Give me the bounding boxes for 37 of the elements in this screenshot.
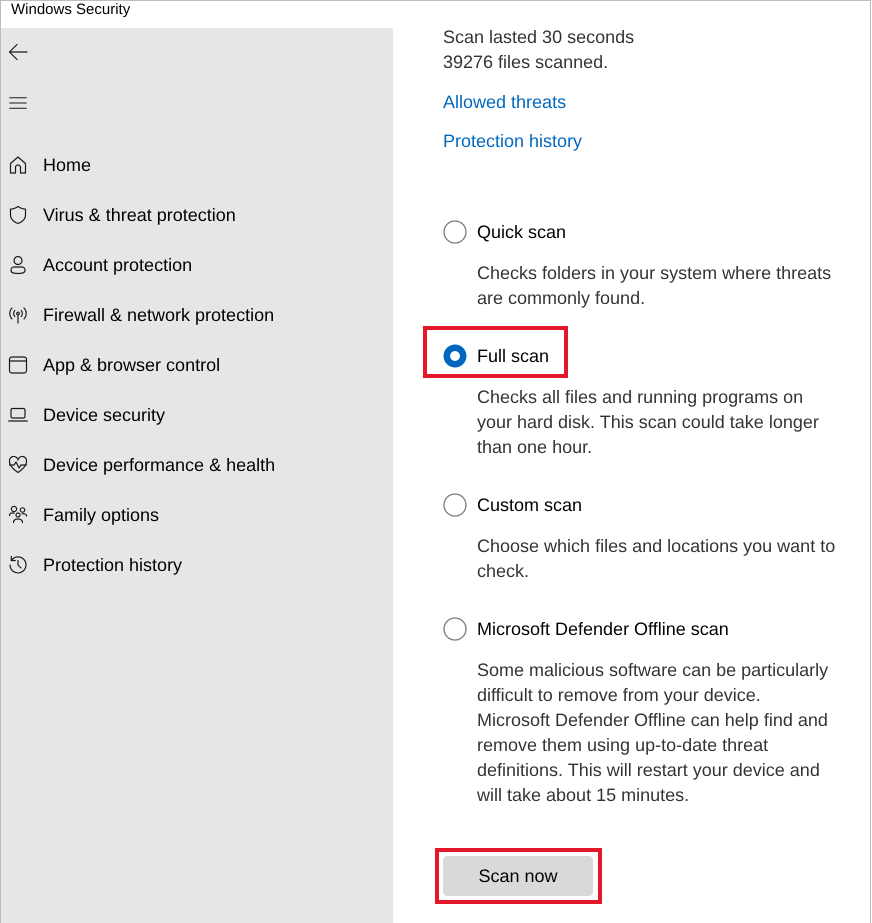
link[interactable]: Protection history [443, 129, 582, 154]
family-icon [8, 505, 28, 525]
scan-now-button[interactable]: Scan now [443, 856, 593, 896]
option-label[interactable]: Custom scan [477, 492, 582, 518]
scan-summary-text: 39276 files scanned. [443, 51, 610, 74]
sidebar-item[interactable]: Protection history [1, 540, 393, 590]
option-label[interactable]: Full scan [477, 342, 550, 370]
app-window-icon [8, 355, 28, 375]
option-label[interactable]: Microsoft Defender Offline scan [477, 616, 729, 642]
option-description: Choose which files and locations you want to check. [477, 535, 836, 583]
scan-summary-text: Scan lasted 30 seconds [443, 26, 636, 49]
sidebar-item[interactable]: Firewall & network protection [1, 290, 393, 340]
window-title: Windows Security [11, 1, 130, 18]
history-icon [8, 555, 28, 575]
link[interactable]: Allowed threats [443, 90, 566, 115]
option-label[interactable]: Quick scan [477, 218, 566, 246]
person-icon [8, 255, 28, 275]
option-description: Checks all files and running programs on your hard disk. This scan could take longer than one hour. [477, 386, 820, 459]
sidebar-item[interactable]: Device security [1, 390, 393, 440]
back-arrow-icon [8, 42, 28, 62]
sidebar-item[interactable]: App & browser control [1, 340, 393, 390]
radio-button[interactable] [443, 220, 467, 244]
sidebar-item[interactable]: Virus & threat protection [1, 190, 393, 240]
option-description: Some malicious software can be particularly difficult to remove from your device. Microsoft Defender Offline can help find and remove them using up-to-date threat definitions. This will restart your device and will take about 15 minutes. [477, 659, 830, 807]
radio-button[interactable] [443, 493, 467, 517]
sidebar-item[interactable]: Family options [1, 490, 393, 540]
antenna-icon [8, 305, 28, 325]
option-description: Checks folders in your system where threats are commonly found. [477, 262, 832, 310]
shield-icon [8, 205, 28, 225]
sidebar-item[interactable]: Account protection [1, 240, 393, 290]
sidebar-item[interactable]: Home [1, 140, 393, 190]
radio-button[interactable] [443, 617, 467, 641]
menu-icon [8, 96, 28, 110]
radio-button-selected[interactable] [443, 344, 467, 368]
sidebar-item[interactable]: Device performance & health [1, 440, 393, 490]
heart-pulse-icon [8, 455, 28, 475]
home-icon [8, 155, 28, 175]
